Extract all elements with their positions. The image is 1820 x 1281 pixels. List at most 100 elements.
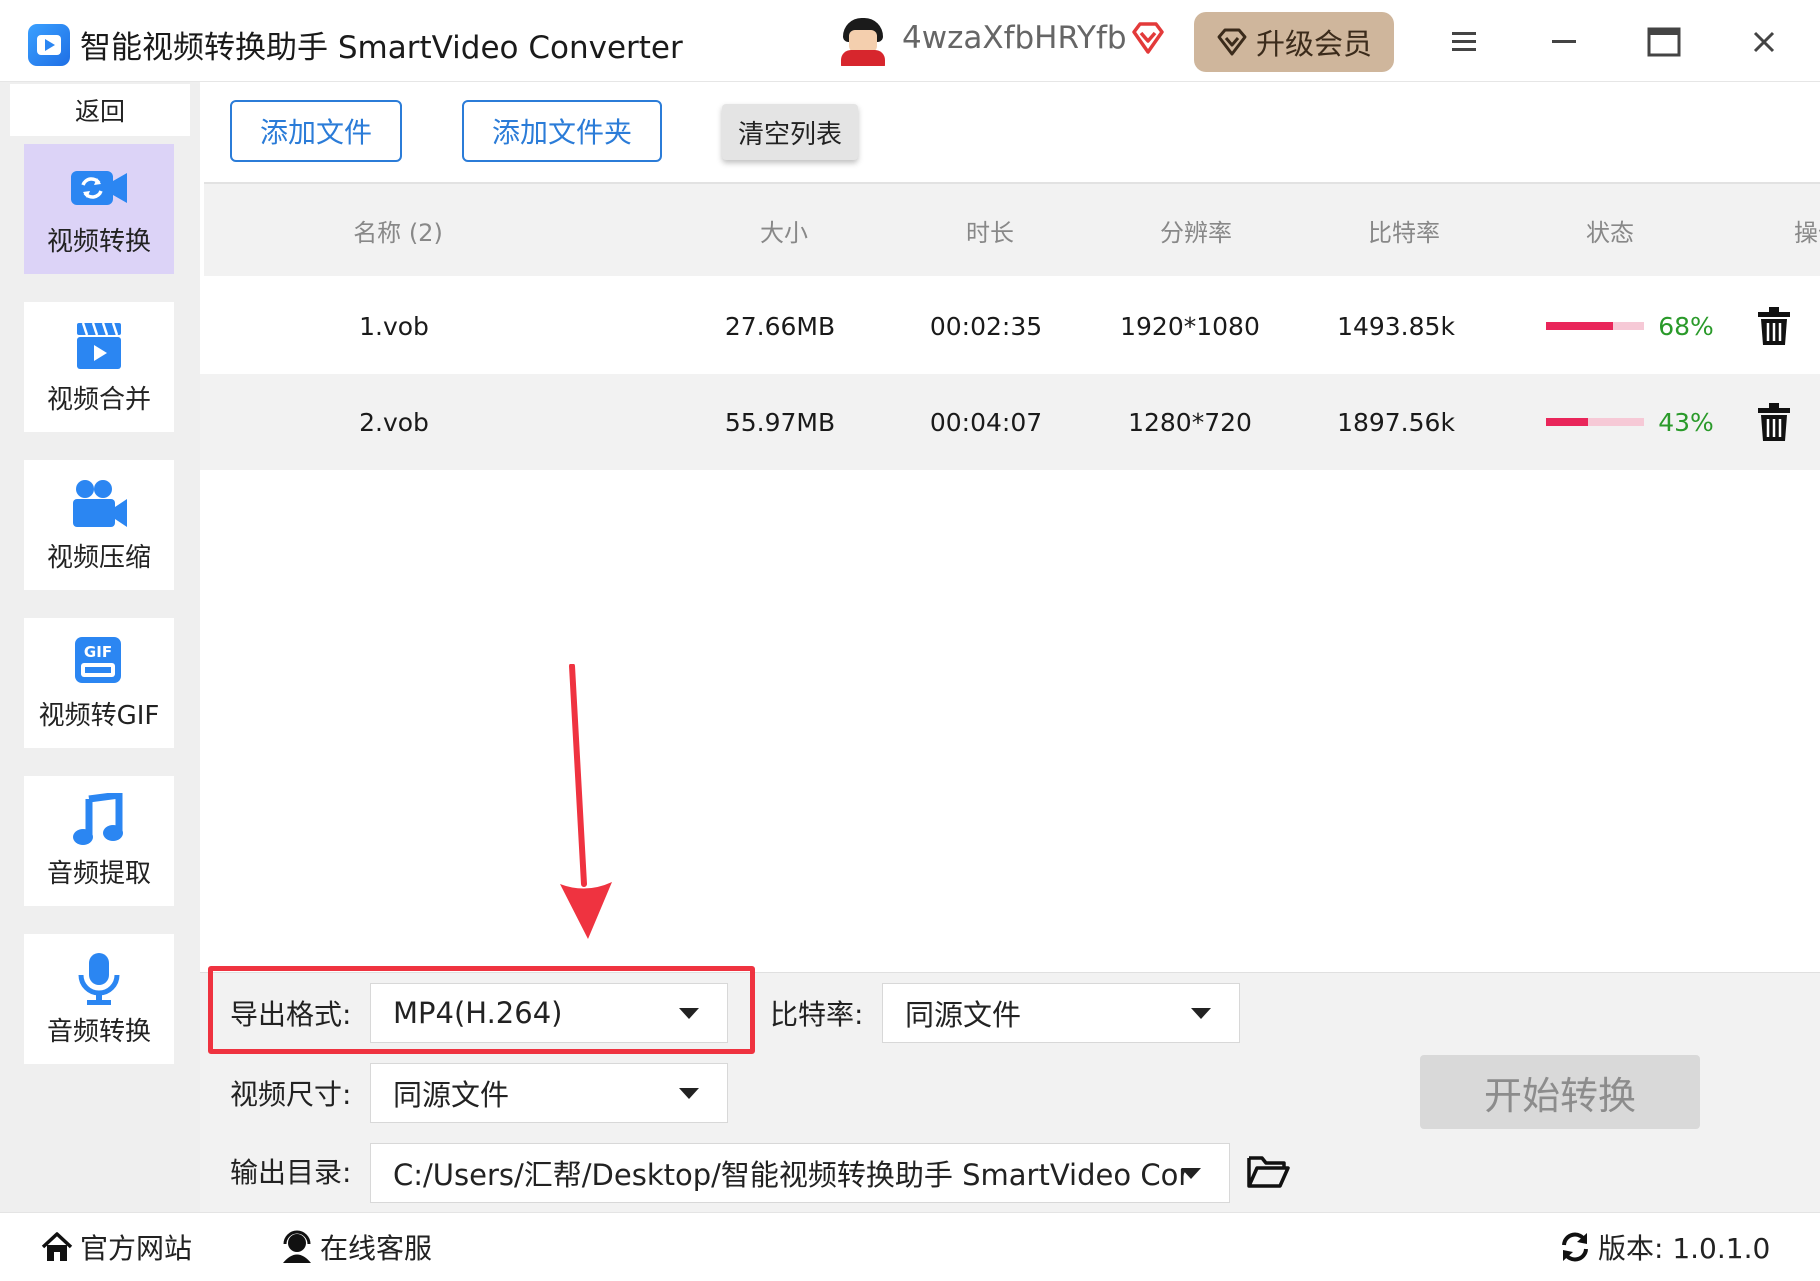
trash-icon (1758, 307, 1790, 345)
file-size: 55.97MB (724, 407, 836, 437)
minimize-icon (1552, 40, 1576, 43)
sidebar-item-audio-extract[interactable]: 音频提取 (24, 776, 174, 906)
version-info[interactable]: 版本: 1.0.1.0 (1558, 1213, 1770, 1281)
column-header-actions: 操作 (1794, 218, 1820, 247)
title-bar: 智能视频转换助手 SmartVideo Converter 4wzaXfbHRY… (0, 0, 1820, 82)
maximize-button[interactable] (1642, 20, 1686, 64)
sidebar-item-video-compress[interactable]: 视频压缩 (24, 460, 174, 590)
progress-percent: 43% (1658, 407, 1714, 437)
output-dir-label: 输出目录: (230, 1156, 352, 1189)
diamond-icon (1217, 28, 1247, 56)
size-label: 视频尺寸: (230, 1078, 352, 1111)
sidebar: 返回 视频转换 视频合并 视频压缩 GIF 视频转GIF 音频提取 音频转换 (0, 82, 200, 1212)
column-header-bitrate[interactable]: 比特率 (1324, 184, 1484, 276)
close-icon (1753, 31, 1775, 53)
maximize-icon (1647, 27, 1681, 57)
chevron-down-icon (1191, 1008, 1211, 1019)
sidebar-item-video-gif[interactable]: GIF 视频转GIF (24, 618, 174, 748)
file-duration: 00:02:35 (929, 311, 1043, 341)
sidebar-item-label: 视频压缩 (46, 542, 151, 573)
username[interactable]: 4wzaXfbHRYfb (902, 20, 1127, 56)
sidebar-item-label: 视频转GIF (38, 700, 160, 731)
column-header-status: 状态 (1586, 218, 1634, 247)
close-button[interactable] (1742, 20, 1786, 64)
table-row[interactable]: 1.vob 27.66MB 00:02:35 1920*1080 1493.85… (200, 278, 1820, 374)
home-icon (41, 1232, 73, 1261)
open-folder-icon[interactable] (1246, 1150, 1290, 1190)
progress-bar (1546, 322, 1645, 330)
file-duration: 00:04:07 (929, 407, 1043, 437)
format-select[interactable]: MP4(H.264) (370, 983, 728, 1043)
output-dir-value: C:/Users/汇帮/Desktop/智能视频转换助手 SmartVideo … (393, 1158, 1191, 1192)
microphone-icon (78, 952, 120, 1005)
status-cell: 43% (1530, 374, 1730, 470)
file-name: 1.vob (359, 311, 429, 341)
svg-text:GIF: GIF (84, 643, 112, 661)
status-cell: 68% (1530, 278, 1730, 374)
output-dir-select[interactable]: C:/Users/汇帮/Desktop/智能视频转换助手 SmartVideo … (370, 1143, 1230, 1203)
progress-bar (1546, 418, 1645, 426)
sidebar-item-label: 视频合并 (46, 384, 151, 415)
bitrate-select[interactable]: 同源文件 (882, 983, 1240, 1043)
file-bitrate: 1493.85k (1337, 311, 1455, 341)
file-size: 27.66MB (724, 311, 836, 341)
delete-button[interactable] (1714, 374, 1820, 470)
minimize-button[interactable] (1542, 20, 1586, 64)
column-header-name[interactable]: 名称 (2) (278, 184, 518, 276)
table-row[interactable]: 2.vob 55.97MB 00:04:07 1280*720 1897.56k… (200, 374, 1820, 470)
app-logo-icon (28, 24, 70, 66)
hamburger-menu-icon (1452, 32, 1476, 51)
chevron-down-icon (679, 1088, 699, 1099)
column-header-size[interactable]: 大小 (724, 184, 844, 276)
app-title: 智能视频转换助手 SmartVideo Converter (80, 30, 683, 66)
progress-percent: 68% (1658, 311, 1714, 341)
official-website-label: 官方网站 (80, 1232, 193, 1265)
music-note-icon (73, 792, 123, 845)
upgrade-label: 升级会员 (1255, 27, 1372, 61)
back-button[interactable]: 返回 (10, 84, 190, 136)
upgrade-vip-button[interactable]: 升级会员 (1194, 12, 1394, 72)
sidebar-item-label: 音频转换 (46, 1016, 151, 1047)
file-resolution: 1920*1080 (1120, 311, 1260, 341)
clear-list-button[interactable]: 清空列表 (722, 104, 858, 160)
file-resolution: 1280*720 (1128, 407, 1252, 437)
column-header-duration[interactable]: 时长 (930, 184, 1050, 276)
bitrate-value: 同源文件 (905, 998, 1022, 1032)
sidebar-item-audio-convert[interactable]: 音频转换 (24, 934, 174, 1064)
avatar[interactable] (838, 16, 888, 66)
chevron-down-icon (1181, 1168, 1201, 1179)
sidebar-item-video-merge[interactable]: 视频合并 (24, 302, 174, 432)
delete-button[interactable] (1714, 278, 1820, 374)
footer: 官方网站 在线客服 版本: 1.0.1.0 (0, 1212, 1820, 1280)
online-support-label: 在线客服 (320, 1232, 433, 1265)
video-compress-icon (73, 479, 127, 527)
trash-icon (1758, 403, 1790, 441)
bitrate-label: 比特率: (770, 998, 864, 1031)
sidebar-item-label: 视频转换 (46, 226, 151, 257)
format-label: 导出格式: (230, 998, 352, 1031)
start-convert-button[interactable]: 开始转换 (1420, 1055, 1700, 1129)
file-bitrate: 1897.56k (1337, 407, 1455, 437)
add-folder-button[interactable]: 添加文件夹 (462, 100, 662, 162)
table-header: 名称 (2) 大小 时长 分辨率 比特率 状态 操作 (204, 182, 1820, 276)
sidebar-item-video-convert[interactable]: 视频转换 (24, 144, 174, 274)
vip-diamond-icon (1132, 22, 1164, 54)
annotation-arrow (560, 664, 612, 939)
sidebar-item-label: 音频提取 (46, 858, 151, 889)
video-merge-icon (77, 322, 121, 369)
size-value: 同源文件 (393, 1078, 510, 1112)
column-header-resolution[interactable]: 分辨率 (1116, 184, 1276, 276)
gif-icon: GIF (75, 636, 121, 683)
customer-service-icon (283, 1230, 311, 1263)
format-value: MP4(H.264) (393, 996, 563, 1030)
online-support-link[interactable]: 在线客服 (280, 1213, 432, 1281)
add-file-button[interactable]: 添加文件 (230, 100, 402, 162)
size-select[interactable]: 同源文件 (370, 1063, 728, 1123)
refresh-icon (1562, 1232, 1588, 1262)
version-label: 版本: 1.0.1.0 (1598, 1232, 1771, 1265)
file-name: 2.vob (359, 407, 429, 437)
menu-button[interactable] (1442, 20, 1486, 64)
official-website-link[interactable]: 官方网站 (40, 1213, 192, 1281)
chevron-down-icon (679, 1008, 699, 1019)
video-convert-icon (71, 170, 127, 205)
